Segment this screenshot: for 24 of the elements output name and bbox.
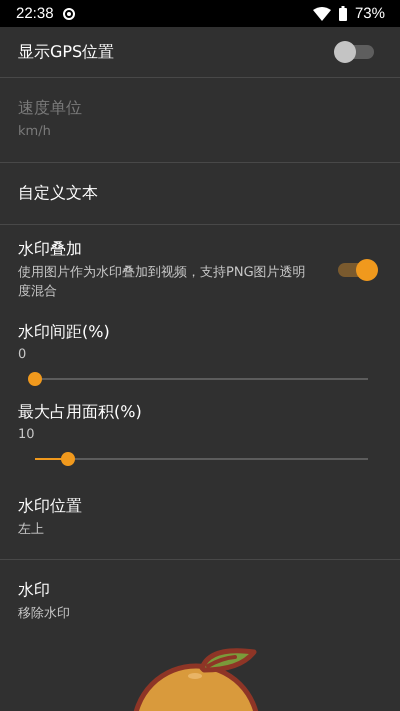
slider-thumb[interactable]	[28, 372, 42, 386]
setting-title: 自定义文本	[18, 182, 99, 204]
wifi-icon	[312, 6, 331, 20]
battery-level: 73%	[354, 5, 385, 22]
setting-title: 最大占用面积(%)	[18, 402, 143, 423]
setting-summary: 使用图片作为水印叠加到视频，支持PNG图片透明度混合	[18, 264, 307, 301]
preference-row[interactable]: 水印位置 左上	[0, 476, 400, 560]
record-icon	[62, 6, 76, 20]
preference-row[interactable]: 水印 移除水印	[0, 560, 400, 644]
setting-summary: 移除水印	[18, 605, 71, 624]
setting-title: 水印叠加	[18, 238, 83, 260]
setting-summary: km/h	[18, 123, 52, 141]
setting-title: 显示GPS位置	[18, 42, 116, 62]
clock: 22:38	[16, 5, 54, 22]
setting-title: 速度单位	[18, 98, 83, 119]
slider-value: 0	[18, 346, 28, 362]
setting-title: 水印位置	[18, 496, 83, 517]
slider-thumb[interactable]	[61, 452, 76, 466]
battery-icon	[338, 6, 347, 21]
slider-value: 10	[18, 426, 36, 442]
setting-title: 水印间距(%)	[18, 322, 111, 343]
preference-row[interactable]: 自定义文本	[0, 162, 400, 224]
setting-title: 水印	[18, 580, 51, 602]
setting-summary: 左上	[18, 520, 45, 539]
